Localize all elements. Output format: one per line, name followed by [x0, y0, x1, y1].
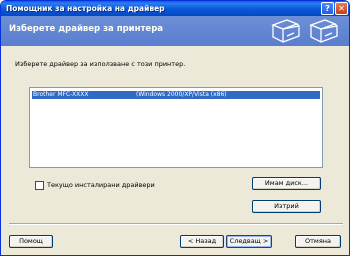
driver-os: (Windows 2000/XP/Vista (x86): [136, 91, 227, 98]
next-button[interactable]: Следващ >: [226, 235, 272, 248]
window-title: Помощник за настройка на драйвер: [6, 4, 165, 13]
cancel-button[interactable]: Отмяна: [295, 235, 341, 248]
show-installed-label: Текущо инсталирани драйвери: [47, 181, 155, 189]
printer-icon: [271, 19, 300, 44]
printer-icons: [271, 19, 338, 44]
driver-model: Brother MFC-XXXX: [33, 91, 89, 98]
show-installed-checkbox[interactable]: [35, 181, 44, 190]
page-title: Изберете драйвер за принтера: [9, 24, 164, 34]
back-button[interactable]: < Назад: [180, 235, 224, 248]
printer-icon: [309, 19, 338, 44]
have-disk-button[interactable]: Имам диск...: [252, 177, 321, 190]
instruction-text: Изберете драйвер за използване с този пр…: [15, 60, 186, 68]
help-title-button[interactable]: ?: [321, 2, 334, 15]
driver-list-item-selected[interactable]: Brother MFC-XXXX (Windows 2000/XP/Vista …: [32, 91, 320, 99]
help-button[interactable]: Помощ: [9, 235, 53, 248]
header-banner: Изберете драйвер за принтера: [1, 16, 349, 46]
title-bar[interactable]: Помощник за настройка на драйвер ? ✕: [1, 1, 349, 16]
driver-list[interactable]: Brother MFC-XXXX (Windows 2000/XP/Vista …: [29, 87, 323, 168]
close-button[interactable]: ✕: [335, 2, 348, 15]
delete-button[interactable]: Изтрий: [252, 200, 321, 213]
footer-divider: [9, 223, 343, 225]
driver-setup-dialog: Помощник за настройка на драйвер ? ✕ Изб…: [0, 0, 350, 256]
